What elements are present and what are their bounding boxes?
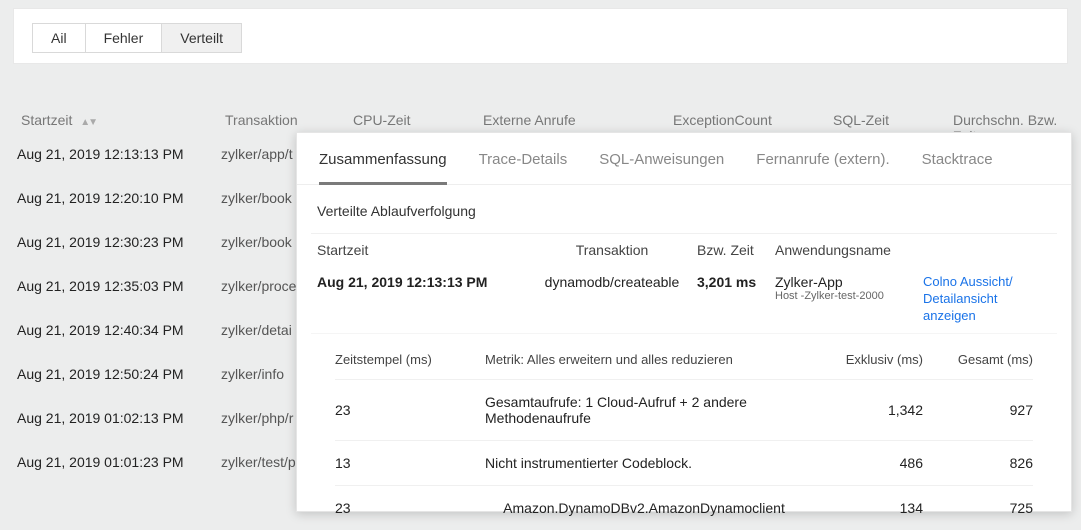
cell-metric: Amazon.DynamoDBv2.AmazonDynamoclient (485, 500, 803, 516)
cell-ts: 23 (335, 500, 485, 516)
cell-start: Aug 21, 2019 12:40:34 PM (17, 322, 221, 338)
col-metric[interactable]: Metrik: Alles erweitern und alles reduzi… (485, 352, 803, 367)
col-start-label: Startzeit (21, 112, 72, 128)
trace-col-duration: Bzw. Zeit (697, 242, 775, 258)
cell-ts: 23 (335, 402, 485, 418)
tab-summary[interactable]: Zusammenfassung (319, 151, 447, 185)
cell-start: Aug 21, 2019 12:13:13 PM (17, 146, 221, 162)
detail-body: Verteilte Ablaufverfolgung Startzeit Tra… (297, 185, 1071, 530)
cell-exclusive: 486 (803, 455, 923, 471)
trace-row: Aug 21, 2019 12:13:13 PM dynamodb/create… (311, 268, 1057, 334)
cell-ts: 13 (335, 455, 485, 471)
cell-start: Aug 21, 2019 12:50:24 PM (17, 366, 221, 382)
cell-total: 826 (923, 455, 1033, 471)
detail-tabs: Zusammenfassung Trace-Details SQL-Anweis… (297, 133, 1071, 185)
metrics-row[interactable]: 23 Amazon.DynamoDBv2.AmazonDynamoclient … (335, 485, 1033, 530)
tab-remote[interactable]: Fernanrufe (extern). (756, 151, 889, 184)
cell-start: Aug 21, 2019 12:20:10 PM (17, 190, 221, 206)
filter-bar: Ail Fehler Verteilt (14, 9, 1067, 63)
metrics-row[interactable]: 23 Gesamtaufrufe: 1 Cloud-Aufruf + 2 and… (335, 379, 1033, 440)
metrics-table: Zeitstempel (ms) Metrik: Alles erweitern… (335, 344, 1033, 530)
cell-total: 927 (923, 402, 1033, 418)
cell-metric: Gesamtaufrufe: 1 Cloud-Aufruf + 2 andere… (485, 394, 803, 426)
filter-errors[interactable]: Fehler (86, 24, 163, 52)
app-name: Zylker-App (775, 274, 923, 290)
filter-all[interactable]: Ail (33, 24, 86, 52)
col-timestamp: Zeitstempel (ms) (335, 352, 485, 367)
trace-col-start: Startzeit (317, 242, 527, 258)
section-title: Verteilte Ablaufverfolgung (311, 201, 1057, 233)
link-line2: Detailansicht anzeigen (923, 291, 997, 323)
transactions-panel: Ail Fehler Verteilt (13, 8, 1068, 64)
cell-start: Aug 21, 2019 12:35:03 PM (17, 278, 221, 294)
sort-icon: ▲▼ (80, 117, 96, 128)
link-line1: Colno Aussicht/ (923, 274, 1013, 289)
tab-stacktrace[interactable]: Stacktrace (922, 151, 993, 184)
trace-start: Aug 21, 2019 12:13:13 PM (317, 274, 527, 290)
detail-view-link[interactable]: Colno Aussicht/ Detailansicht anzeigen (923, 274, 1051, 325)
tab-trace-details[interactable]: Trace-Details (479, 151, 568, 184)
tab-sql[interactable]: SQL-Anweisungen (599, 151, 724, 184)
metrics-row[interactable]: 13 Nicht instrumentierter Codeblock. 486… (335, 440, 1033, 485)
cell-start: Aug 21, 2019 12:30:23 PM (17, 234, 221, 250)
trace-detail-panel: Zusammenfassung Trace-Details SQL-Anweis… (296, 132, 1072, 512)
trace-duration: 3,201 ms (697, 274, 775, 290)
trace-transaction: dynamodb/createable (527, 274, 697, 290)
trace-col-transaction: Transaktion (527, 242, 697, 258)
trace-app: Zylker-App Host -Zylker-test-2000 (775, 274, 923, 302)
cell-start: Aug 21, 2019 01:02:13 PM (17, 410, 221, 426)
metrics-header: Zeitstempel (ms) Metrik: Alles erweitern… (335, 344, 1033, 379)
cell-exclusive: 134 (803, 500, 923, 516)
trace-header: Startzeit Transaktion Bzw. Zeit Anwendun… (311, 233, 1057, 268)
filter-group: Ail Fehler Verteilt (32, 23, 242, 53)
cell-start: Aug 21, 2019 01:01:23 PM (17, 454, 221, 470)
filter-distributed[interactable]: Verteilt (162, 24, 241, 52)
cell-metric: Nicht instrumentierter Codeblock. (485, 455, 803, 471)
cell-exclusive: 1,342 (803, 402, 923, 418)
col-exclusive: Exklusiv (ms) (803, 352, 923, 367)
col-total: Gesamt (ms) (923, 352, 1033, 367)
trace-col-app: Anwendungsname (775, 242, 923, 258)
app-host: Host -Zylker-test-2000 (775, 290, 923, 302)
cell-total: 725 (923, 500, 1033, 516)
